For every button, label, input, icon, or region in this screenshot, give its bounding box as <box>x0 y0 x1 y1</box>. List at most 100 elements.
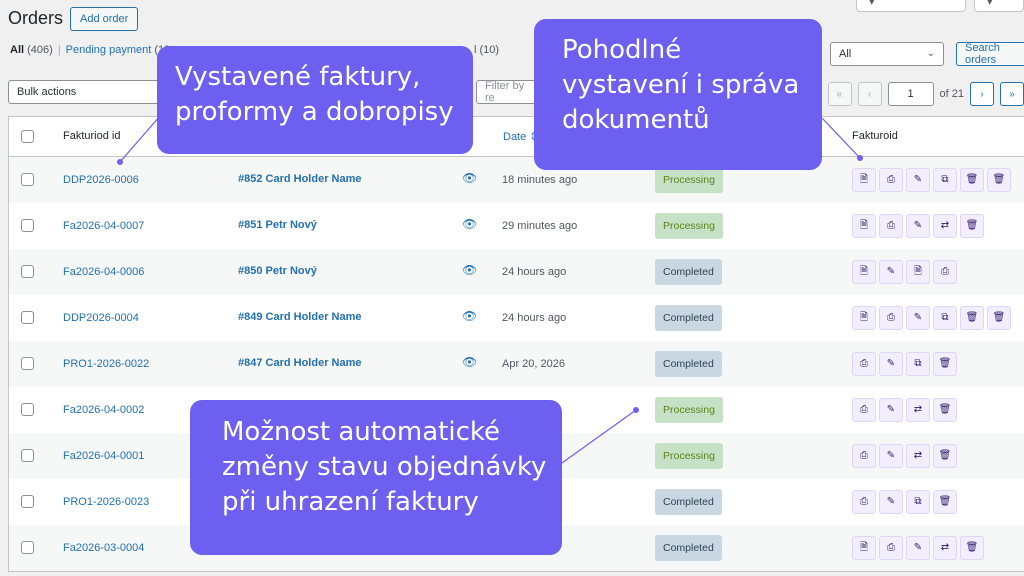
screen-options-tab[interactable]: Screen Options ▾ <box>856 0 966 12</box>
trash-icon[interactable]: 🗑 <box>933 444 957 468</box>
filter-by-registered-customer-input[interactable]: Filter by re <box>476 80 536 104</box>
trash-icon[interactable]: 🗑 <box>960 214 984 238</box>
pdf-icon[interactable]: ⎙ <box>879 168 903 192</box>
row-checkbox[interactable] <box>21 495 34 508</box>
fakturoid-actions: 🗎 ⎙ ✎ ⧉ 🗑 🗑 <box>852 306 1011 330</box>
invoice-id-link[interactable]: Fa2026-04-0006 <box>63 266 144 278</box>
filter-pending-payment[interactable]: Pending payment (19 <box>66 44 171 56</box>
trash-icon[interactable]: 🗑 <box>987 168 1011 192</box>
trash-icon[interactable]: 🗑 <box>933 490 957 514</box>
doc-icon[interactable]: 🗎 <box>852 214 876 238</box>
edit-icon[interactable]: ✎ <box>906 168 930 192</box>
row-checkbox[interactable] <box>21 311 34 324</box>
link-icon[interactable]: ⧉ <box>933 168 957 192</box>
pdf-icon[interactable]: ⎙ <box>852 490 876 514</box>
order-link[interactable]: #850 Petr Nový <box>238 265 317 277</box>
pdf-icon[interactable]: ⎙ <box>879 536 903 560</box>
pdf-icon[interactable]: ⎙ <box>852 352 876 376</box>
callout-automatic-line: při uhrazení faktury <box>222 486 479 517</box>
row-checkbox[interactable] <box>21 403 34 416</box>
column-fakturoid-id[interactable]: Fakturiod id <box>63 130 120 142</box>
last-page-button[interactable]: » <box>1000 82 1024 106</box>
status-badge: Completed <box>655 351 722 377</box>
table-row[interactable]: Fa2026-04-0007 #851 Petr Nový 👁 29 minutes … <box>9 203 1024 249</box>
filter-trash-count[interactable]: l (10) <box>474 44 499 56</box>
status-filter-select[interactable]: All ⌄ <box>830 42 944 66</box>
preview-eye-icon[interactable]: 👁 <box>462 217 477 231</box>
row-checkbox[interactable] <box>21 449 34 462</box>
edit-icon[interactable]: ✎ <box>879 398 903 422</box>
column-fakturoid: Fakturoid <box>852 130 898 142</box>
table-row[interactable]: Fa2026-04-0006 #850 Petr Nový 👁 24 hours ag… <box>9 249 1024 295</box>
prev-page-button[interactable]: ‹ <box>857 82 882 106</box>
preview-eye-icon[interactable]: 👁 <box>462 263 477 277</box>
bulk-actions-select[interactable]: Bulk actions <box>8 80 168 104</box>
fakturoid-actions: 🗎 ⎙ ✎ ⇄ 🗑 <box>852 214 984 238</box>
fakturoid-actions: 🗎 ⎙ ✎ ⧉ 🗑 🗑 <box>852 168 1011 192</box>
invoice-id-link[interactable]: DDP2026-0004 <box>63 312 139 324</box>
invoice-id-link[interactable]: Fa2026-03-0004 <box>63 542 144 554</box>
order-link[interactable]: #849 Card Holder Name <box>238 311 362 323</box>
search-orders-button[interactable]: Search orders <box>956 42 1024 66</box>
add-order-button[interactable]: Add order <box>70 7 139 31</box>
table-row[interactable]: DDP2026-0006 #852 Card Holder Name 👁 18 min… <box>9 157 1024 203</box>
link-icon[interactable]: ⧉ <box>933 306 957 330</box>
row-checkbox[interactable] <box>21 265 34 278</box>
doc-icon[interactable]: 🗎 <box>852 168 876 192</box>
preview-eye-icon[interactable]: 👁 <box>462 355 477 369</box>
order-link[interactable]: #847 Card Holder Name <box>238 357 362 369</box>
current-page-input[interactable]: 1 <box>887 82 934 106</box>
pdf-icon[interactable]: ⎙ <box>852 444 876 468</box>
row-checkbox[interactable] <box>21 541 34 554</box>
invoice-id-link[interactable]: PRO1-2026-0023 <box>63 496 149 508</box>
preview-eye-icon[interactable]: 👁 <box>462 171 477 185</box>
row-checkbox[interactable] <box>21 173 34 186</box>
trash-icon[interactable]: 🗑 <box>987 306 1011 330</box>
doc-icon[interactable]: 🗎 <box>906 260 930 284</box>
row-checkbox[interactable] <box>21 357 34 370</box>
invoice-id-link[interactable]: PRO1-2026-0022 <box>63 358 149 370</box>
invoice-id-link[interactable]: Fa2026-04-0002 <box>63 404 144 416</box>
invoice-id-link[interactable]: Fa2026-04-0001 <box>63 450 144 462</box>
doc-icon[interactable]: 🗎 <box>852 306 876 330</box>
trash-icon[interactable]: 🗑 <box>933 398 957 422</box>
swap-icon[interactable]: ⇄ <box>933 214 957 238</box>
swap-icon[interactable]: ⇄ <box>906 444 930 468</box>
link-icon[interactable]: ⧉ <box>906 352 930 376</box>
status-filter-value: All <box>839 48 852 60</box>
edit-icon[interactable]: ✎ <box>906 214 930 238</box>
pdf-icon[interactable]: ⎙ <box>933 260 957 284</box>
table-row[interactable]: DDP2026-0004 #849 Card Holder Name 👁 24 hou… <box>9 295 1024 341</box>
row-checkbox[interactable] <box>21 219 34 232</box>
next-page-button[interactable]: › <box>970 82 994 106</box>
select-all-checkbox[interactable] <box>21 130 34 143</box>
invoice-id-link[interactable]: Fa2026-04-0007 <box>63 220 144 232</box>
edit-icon[interactable]: ✎ <box>906 536 930 560</box>
doc-icon[interactable]: 🗎 <box>852 536 876 560</box>
doc-icon[interactable]: 🗎 <box>852 260 876 284</box>
trash-icon[interactable]: 🗑 <box>960 536 984 560</box>
edit-icon[interactable]: ✎ <box>879 352 903 376</box>
help-tab[interactable]: Help ▾ <box>974 0 1024 12</box>
preview-eye-icon[interactable]: 👁 <box>462 309 477 323</box>
swap-icon[interactable]: ⇄ <box>906 398 930 422</box>
pdf-icon[interactable]: ⎙ <box>879 306 903 330</box>
edit-icon[interactable]: ✎ <box>879 490 903 514</box>
edit-icon[interactable]: ✎ <box>879 444 903 468</box>
filter-all[interactable]: All (406) <box>10 44 53 56</box>
order-date: 18 minutes ago <box>502 174 578 186</box>
order-link[interactable]: #851 Petr Nový <box>238 219 317 231</box>
trash-icon[interactable]: 🗑 <box>960 306 984 330</box>
trash-icon[interactable]: 🗑 <box>960 168 984 192</box>
edit-icon[interactable]: ✎ <box>906 306 930 330</box>
trash-icon[interactable]: 🗑 <box>933 352 957 376</box>
order-link[interactable]: #852 Card Holder Name <box>238 173 362 185</box>
first-page-button[interactable]: « <box>827 82 852 106</box>
pdf-icon[interactable]: ⎙ <box>852 398 876 422</box>
table-row[interactable]: PRO1-2026-0022 #847 Card Holder Name 👁 Apr … <box>9 341 1024 387</box>
edit-icon[interactable]: ✎ <box>879 260 903 284</box>
link-icon[interactable]: ⧉ <box>906 490 930 514</box>
pdf-icon[interactable]: ⎙ <box>879 214 903 238</box>
swap-icon[interactable]: ⇄ <box>933 536 957 560</box>
invoice-id-link[interactable]: DDP2026-0006 <box>63 174 139 186</box>
